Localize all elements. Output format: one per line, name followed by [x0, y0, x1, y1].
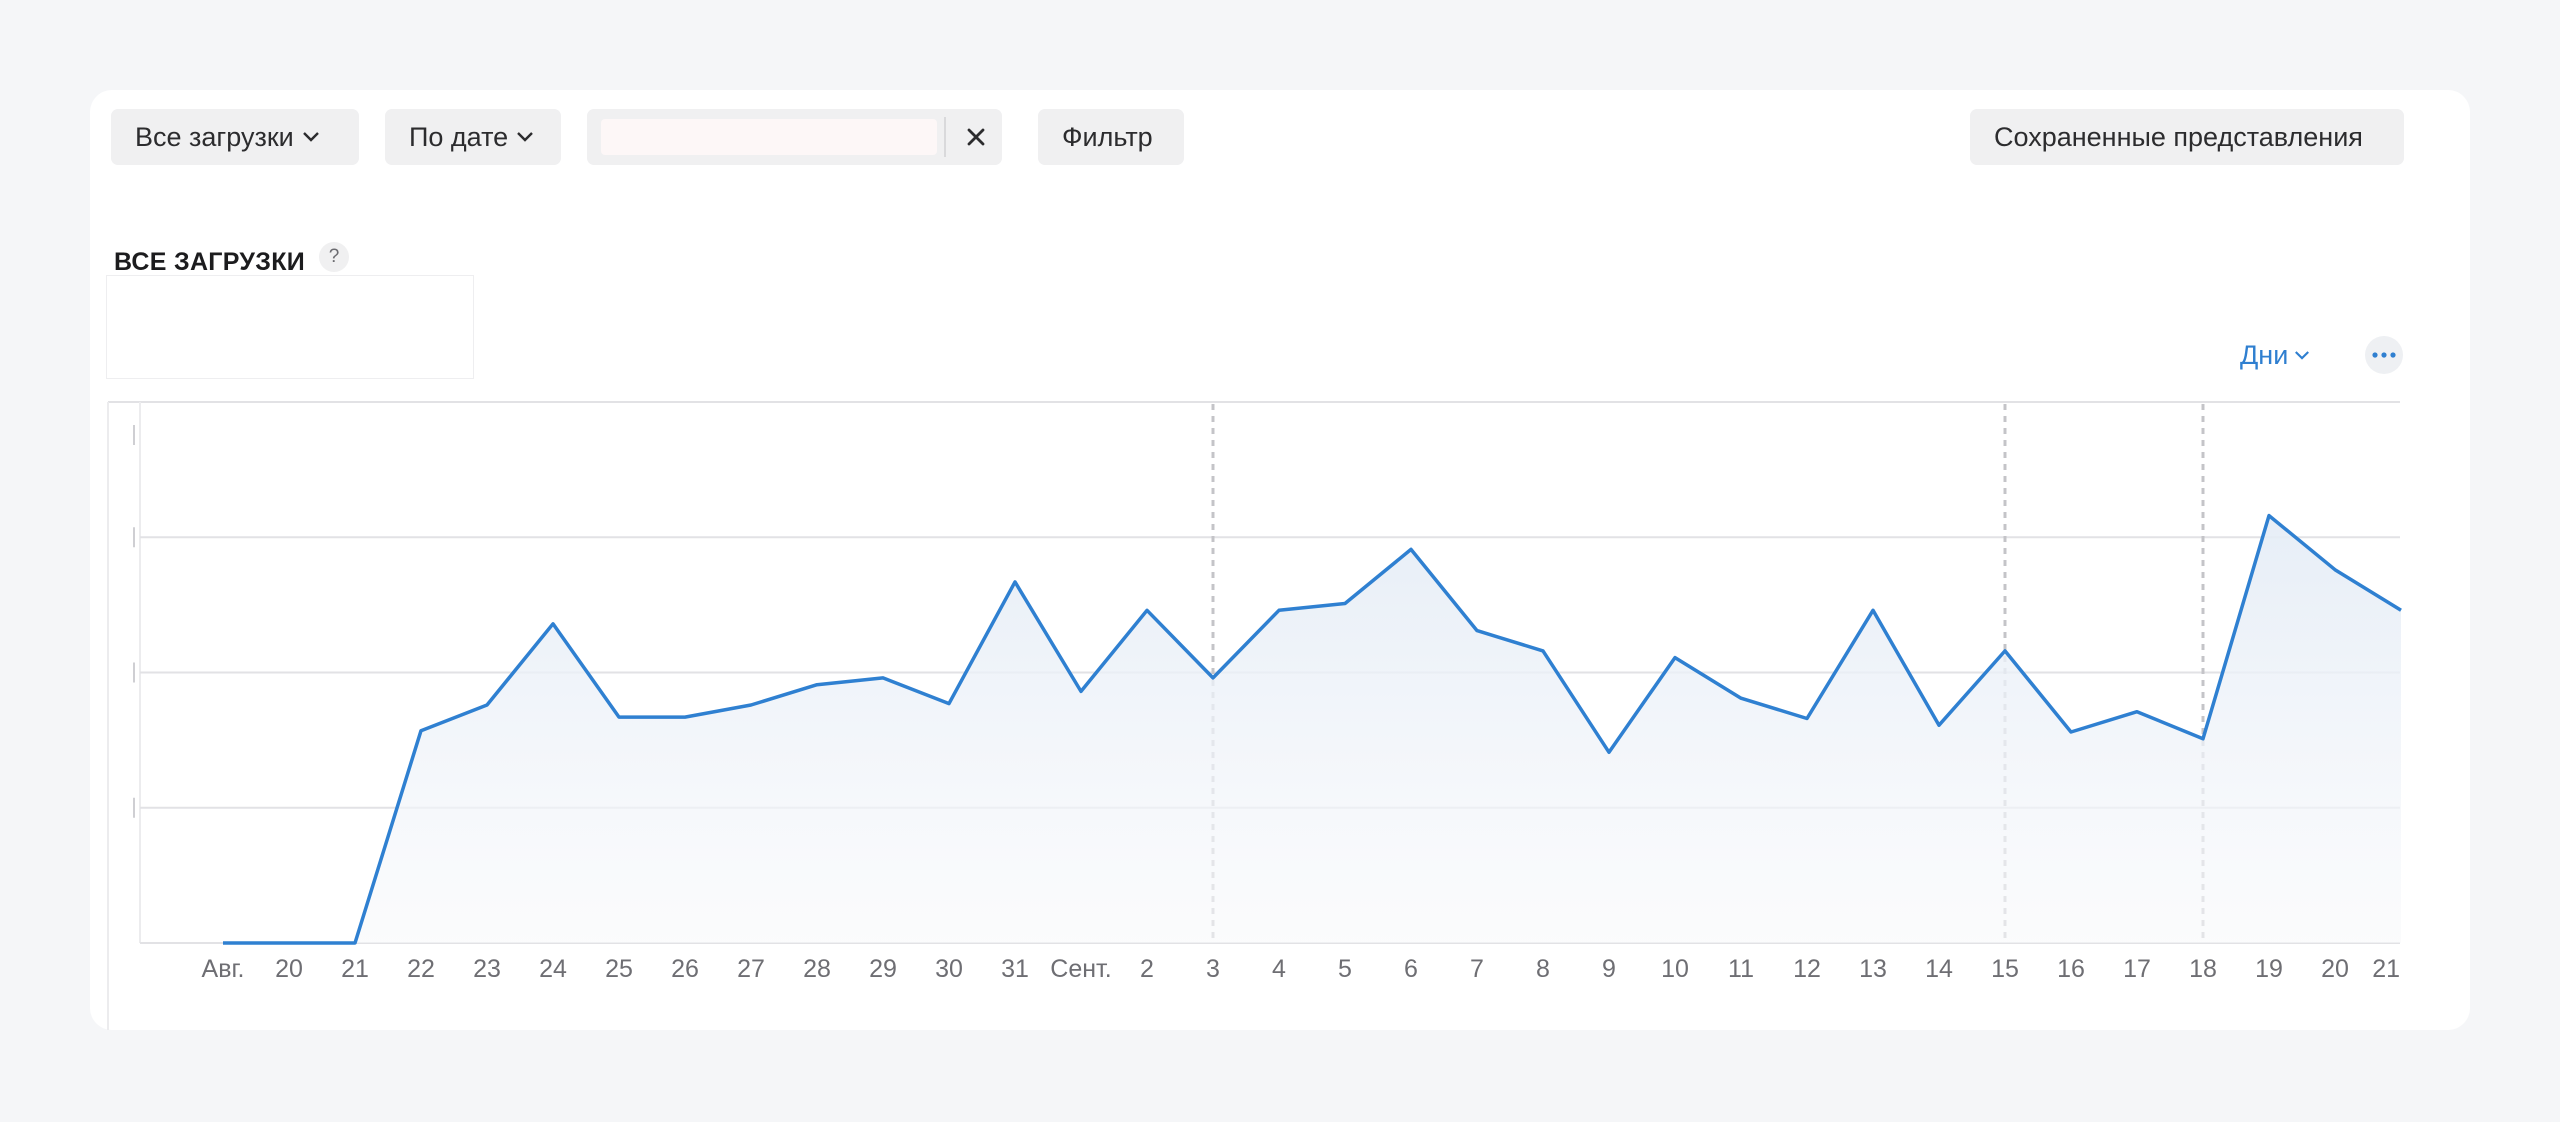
x-tick-label: 11: [1728, 955, 1754, 983]
x-tick-label: 9: [1602, 955, 1616, 983]
x-tick-label: Сент.: [1050, 955, 1111, 983]
x-tick-label: 31: [1001, 955, 1029, 983]
x-tick-label: 13: [1859, 955, 1887, 983]
x-tick-label: 14: [1925, 955, 1953, 983]
x-tick-label: 15: [1991, 955, 2019, 983]
x-tick-label: 22: [407, 955, 435, 983]
x-tick-label: 26: [671, 955, 699, 983]
x-tick-label: 27: [737, 955, 765, 983]
x-tick-label: 16: [2057, 955, 2085, 983]
x-tick-label: 18: [2189, 955, 2217, 983]
x-tick-label: 28: [803, 955, 831, 983]
x-tick-label: 8: [1536, 955, 1550, 983]
x-tick-label: 30: [935, 955, 963, 983]
x-tick-label: 12: [1793, 955, 1821, 983]
x-tick-label: 21: [2372, 955, 2400, 983]
x-tick-label: 24: [539, 955, 567, 983]
x-tick-label: 6: [1404, 955, 1418, 983]
x-tick-label: 4: [1272, 955, 1286, 983]
x-tick-label: 19: [2255, 955, 2283, 983]
x-tick-label: 29: [869, 955, 897, 983]
x-tick-label: 20: [2321, 955, 2349, 983]
x-tick-label: 23: [473, 955, 501, 983]
x-tick-label: 17: [2123, 955, 2151, 983]
x-tick-label: 25: [605, 955, 633, 983]
x-tick-label: 21: [341, 955, 369, 983]
x-tick-label: 5: [1338, 955, 1352, 983]
main-card: Все загрузки По дате Фильтр Сохраненные …: [90, 90, 2470, 1030]
downloads-chart: Авг. 20 21 22 23 24 25 26 27 28 29 30 31 Сент. 2 3 4 5 6 7 8…: [107, 401, 2402, 1030]
x-tick-label: 20: [275, 955, 303, 983]
x-tick-label: 3: [1206, 955, 1220, 983]
x-tick-label: 7: [1470, 955, 1484, 983]
x-tick-label: 2: [1140, 955, 1154, 983]
x-tick-label: 10: [1661, 955, 1689, 983]
x-tick-label: Авг.: [202, 955, 245, 983]
